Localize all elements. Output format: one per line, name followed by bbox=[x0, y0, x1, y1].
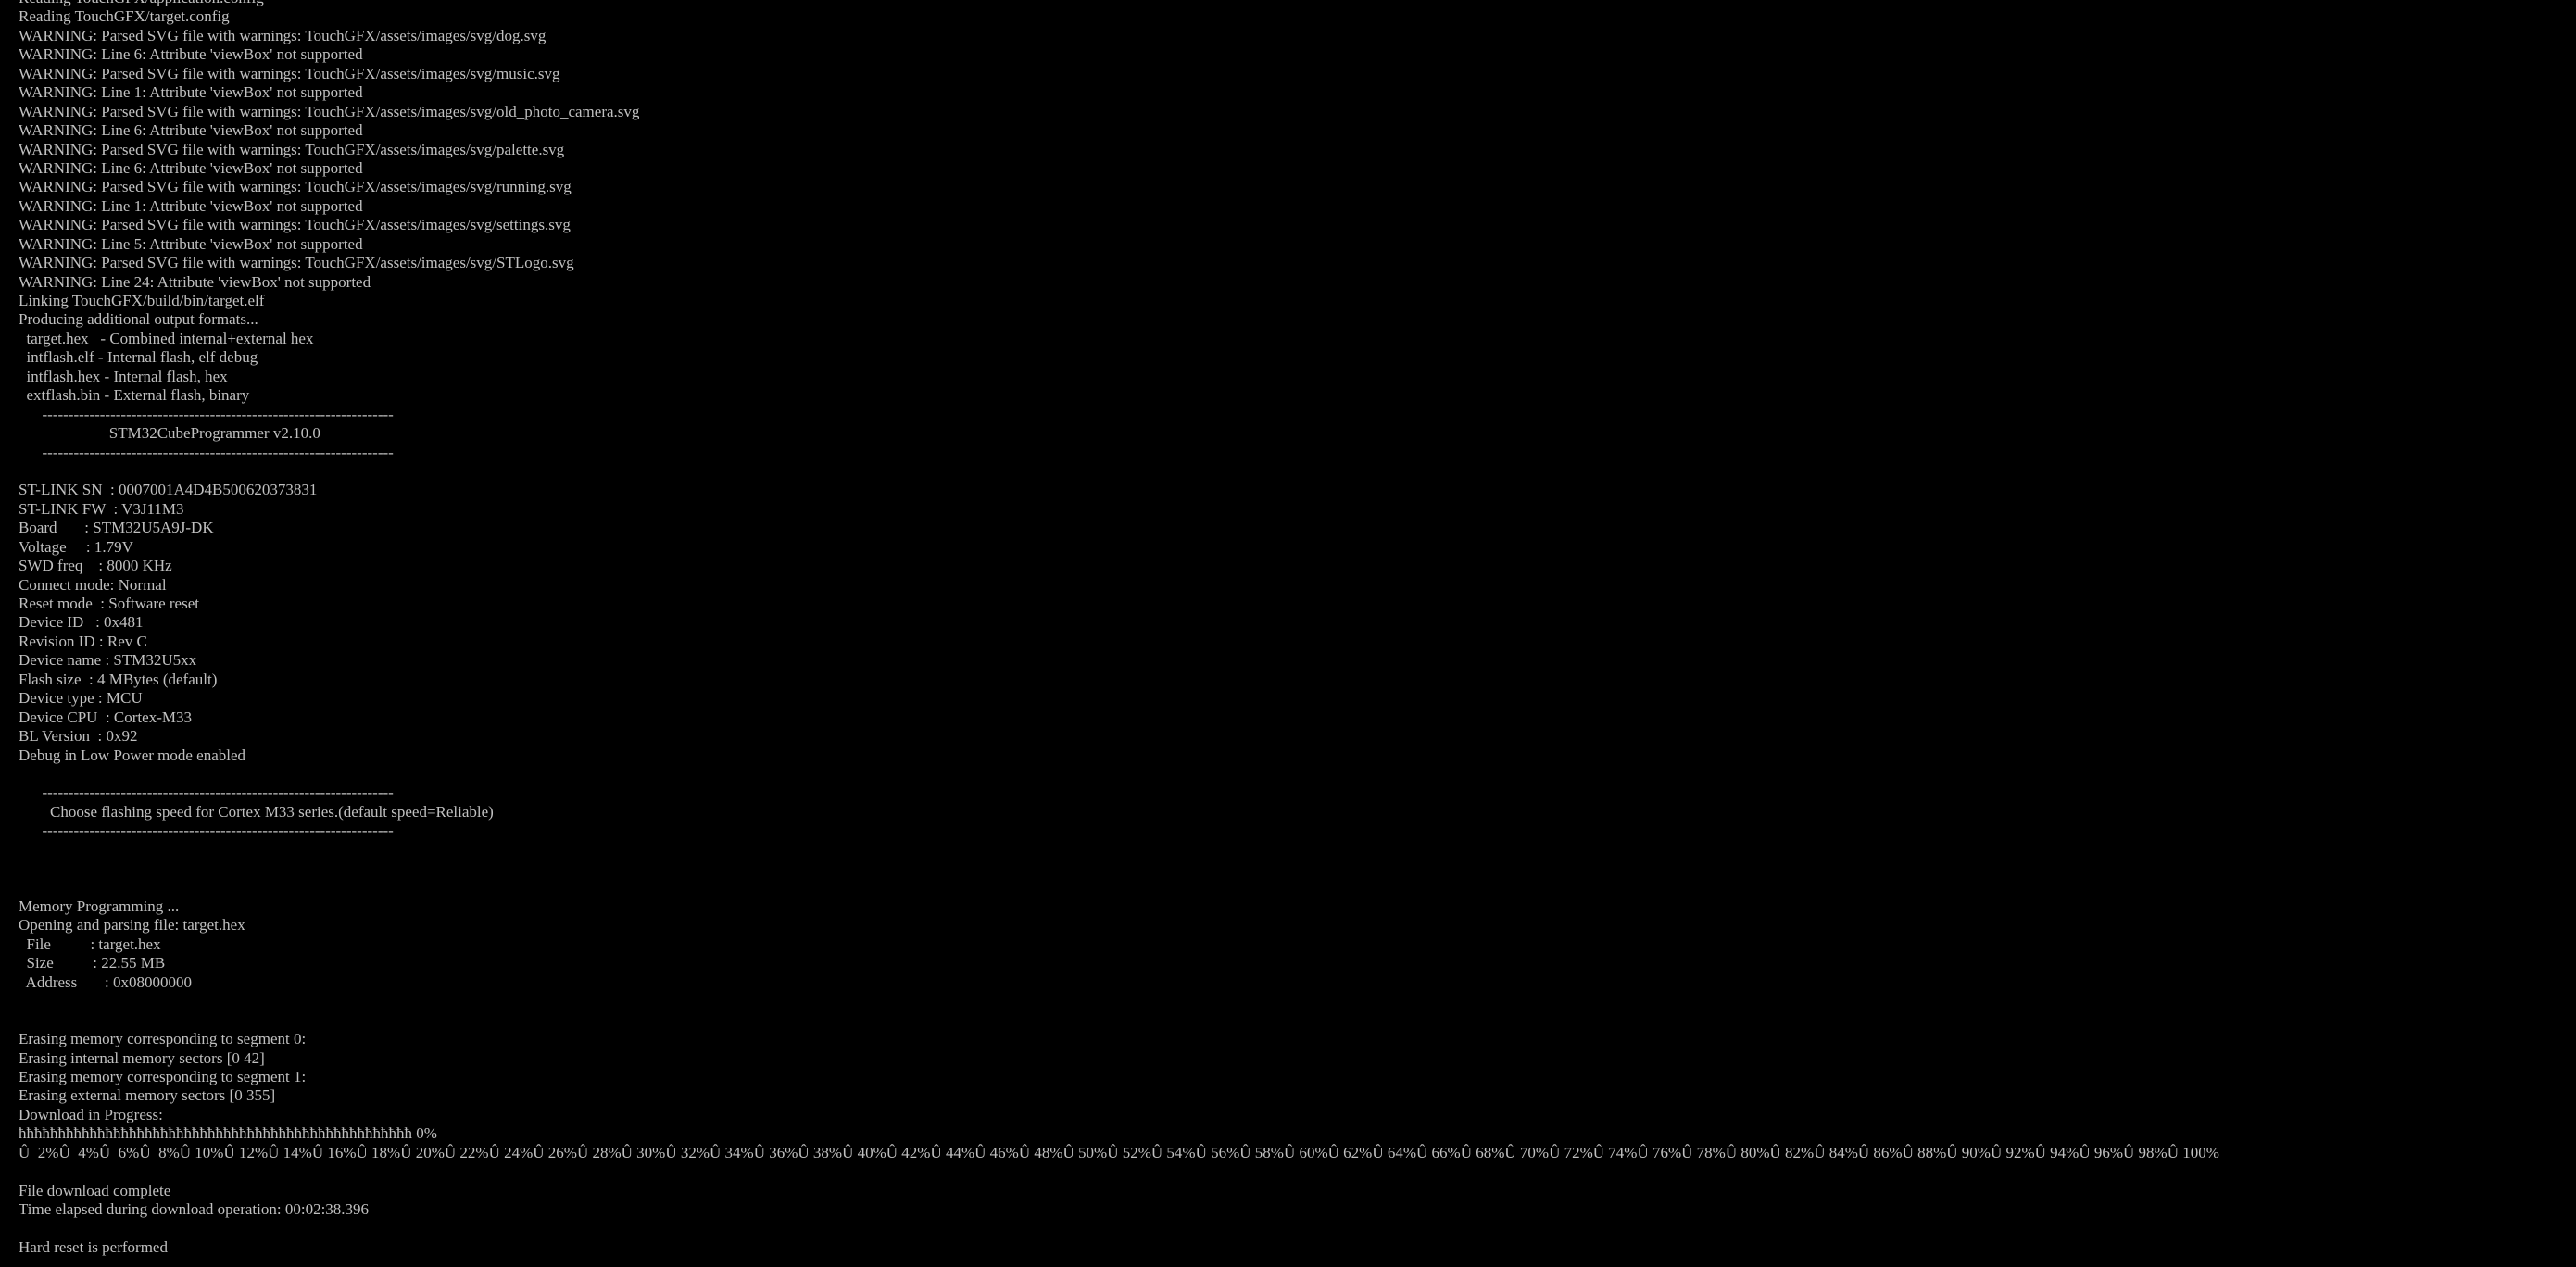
terminal-output: Reading TouchGFX/application.configReadi… bbox=[19, 0, 2576, 1267]
terminal-line: ----------------------------------------… bbox=[19, 784, 394, 802]
terminal-line: Device ID : 0x481 bbox=[19, 613, 144, 632]
terminal-line: Device name : STM32U5xx bbox=[19, 651, 197, 670]
terminal-line: Debug in Low Power mode enabled bbox=[19, 746, 246, 764]
terminal-line: WARNING: Parsed SVG file with warnings: … bbox=[19, 102, 640, 120]
terminal-line: WARNING: Line 6: Attribute 'viewBox' not… bbox=[19, 121, 363, 140]
terminal-line: BL Version : 0x92 bbox=[19, 727, 138, 746]
terminal-line: Û 2%Û 4%Û 6%Û 8%Û 10%Û 12%Û 14%Û 16%Û 18… bbox=[19, 1143, 2219, 1161]
terminal-line: File : target.hex bbox=[19, 935, 161, 953]
terminal-line: WARNING: Parsed SVG file with warnings: … bbox=[19, 26, 547, 44]
terminal-line: WARNING: Line 6: Attribute 'viewBox' not… bbox=[19, 45, 363, 64]
terminal-line: target.hex - Combined internal+external … bbox=[19, 329, 314, 347]
prompt-line bbox=[19, 1257, 2576, 1267]
terminal-line: Device CPU : Cortex-M33 bbox=[19, 708, 192, 726]
terminal-line: Erasing memory corresponding to segment … bbox=[19, 1067, 307, 1085]
terminal-line: Reading TouchGFX/application.config bbox=[19, 0, 2576, 7]
terminal-line: WARNING: Parsed SVG file with warnings: … bbox=[19, 254, 574, 272]
terminal-line: STM32CubeProgrammer v2.10.0 bbox=[19, 424, 320, 443]
terminal-line: WARNING: Line 6: Attribute 'viewBox' not… bbox=[19, 158, 363, 177]
terminal-line: ----------------------------------------… bbox=[19, 443, 394, 461]
terminal-line: Linking TouchGFX/build/bin/target.elf bbox=[19, 292, 265, 309]
terminal-line: Reading TouchGFX/target.config bbox=[19, 7, 230, 26]
terminal-line: WARNING: Parsed SVG file with warnings: … bbox=[19, 140, 565, 158]
terminal-line: extflash.bin - External flash, binary bbox=[19, 386, 250, 405]
terminal-line: Address : 0x08000000 bbox=[19, 972, 192, 991]
terminal-line: ST-LINK FW : V3J11M3 bbox=[19, 499, 184, 518]
terminal-line: ST-LINK SN : 0007001A4D4B500620373831 bbox=[19, 481, 318, 499]
terminal-line: WARNING: Parsed SVG file with warnings: … bbox=[19, 216, 571, 234]
terminal-line: Opening and parsing file: target.hex bbox=[19, 916, 245, 935]
terminal-line: File download complete bbox=[19, 1181, 171, 1199]
terminal-line: Connect mode: Normal bbox=[19, 575, 167, 594]
terminal-line: Time elapsed during download operation: … bbox=[19, 1200, 370, 1218]
terminal-line: ħħħħħħħħħħħħħħħħħħħħħħħħħħħħħħħħħħħħħħħħ… bbox=[19, 1124, 437, 1143]
terminal-line: WARNING: Line 5: Attribute 'viewBox' not… bbox=[19, 234, 363, 253]
terminal-line: SWD freq : 8000 KHz bbox=[19, 557, 172, 575]
terminal-line: Reset mode : Software reset bbox=[19, 595, 199, 612]
terminal-line: WARNING: Parsed SVG file with warnings: … bbox=[19, 64, 560, 82]
terminal-line: Hard reset is performed bbox=[19, 1237, 168, 1256]
terminal-line: Memory Programming ... bbox=[19, 897, 180, 915]
terminal-line: WARNING: Line 1: Attribute 'viewBox' not… bbox=[19, 196, 363, 215]
terminal-line: Device type : MCU bbox=[19, 689, 143, 708]
terminal-line: Board : STM32U5A9J-DK bbox=[19, 519, 214, 537]
terminal-line: ----------------------------------------… bbox=[19, 822, 394, 840]
terminal-line: Choose flashing speed for Cortex M33 ser… bbox=[19, 802, 494, 821]
terminal-window[interactable]: Reading TouchGFX/application.configReadi… bbox=[0, 0, 2576, 1267]
terminal-line: Erasing internal memory sectors [0 42] bbox=[19, 1048, 265, 1067]
terminal-line: Download in Progress: bbox=[19, 1105, 163, 1123]
terminal-line: ----------------------------------------… bbox=[19, 405, 394, 423]
terminal-line: Revision ID : Rev C bbox=[19, 632, 147, 650]
terminal-line: WARNING: Line 1: Attribute 'viewBox' not… bbox=[19, 83, 363, 102]
terminal-line: intflash.hex - Internal flash, hex bbox=[19, 367, 228, 385]
terminal-line: Voltage : 1.79V bbox=[19, 537, 133, 556]
terminal-line: Size : 22.55 MB bbox=[19, 954, 166, 972]
terminal-line: Erasing memory corresponding to segment … bbox=[19, 1030, 307, 1048]
terminal-line: Flash size : 4 MBytes (default) bbox=[19, 670, 218, 688]
terminal-line: Erasing external memory sectors [0 355] bbox=[19, 1086, 276, 1105]
terminal-line: WARNING: Parsed SVG file with warnings: … bbox=[19, 178, 572, 196]
terminal-line: Producing additional output formats... bbox=[19, 310, 258, 329]
terminal-line: WARNING: Line 24: Attribute 'viewBox' no… bbox=[19, 272, 371, 291]
terminal-line: intflash.elf - Internal flash, elf debug bbox=[19, 348, 258, 367]
